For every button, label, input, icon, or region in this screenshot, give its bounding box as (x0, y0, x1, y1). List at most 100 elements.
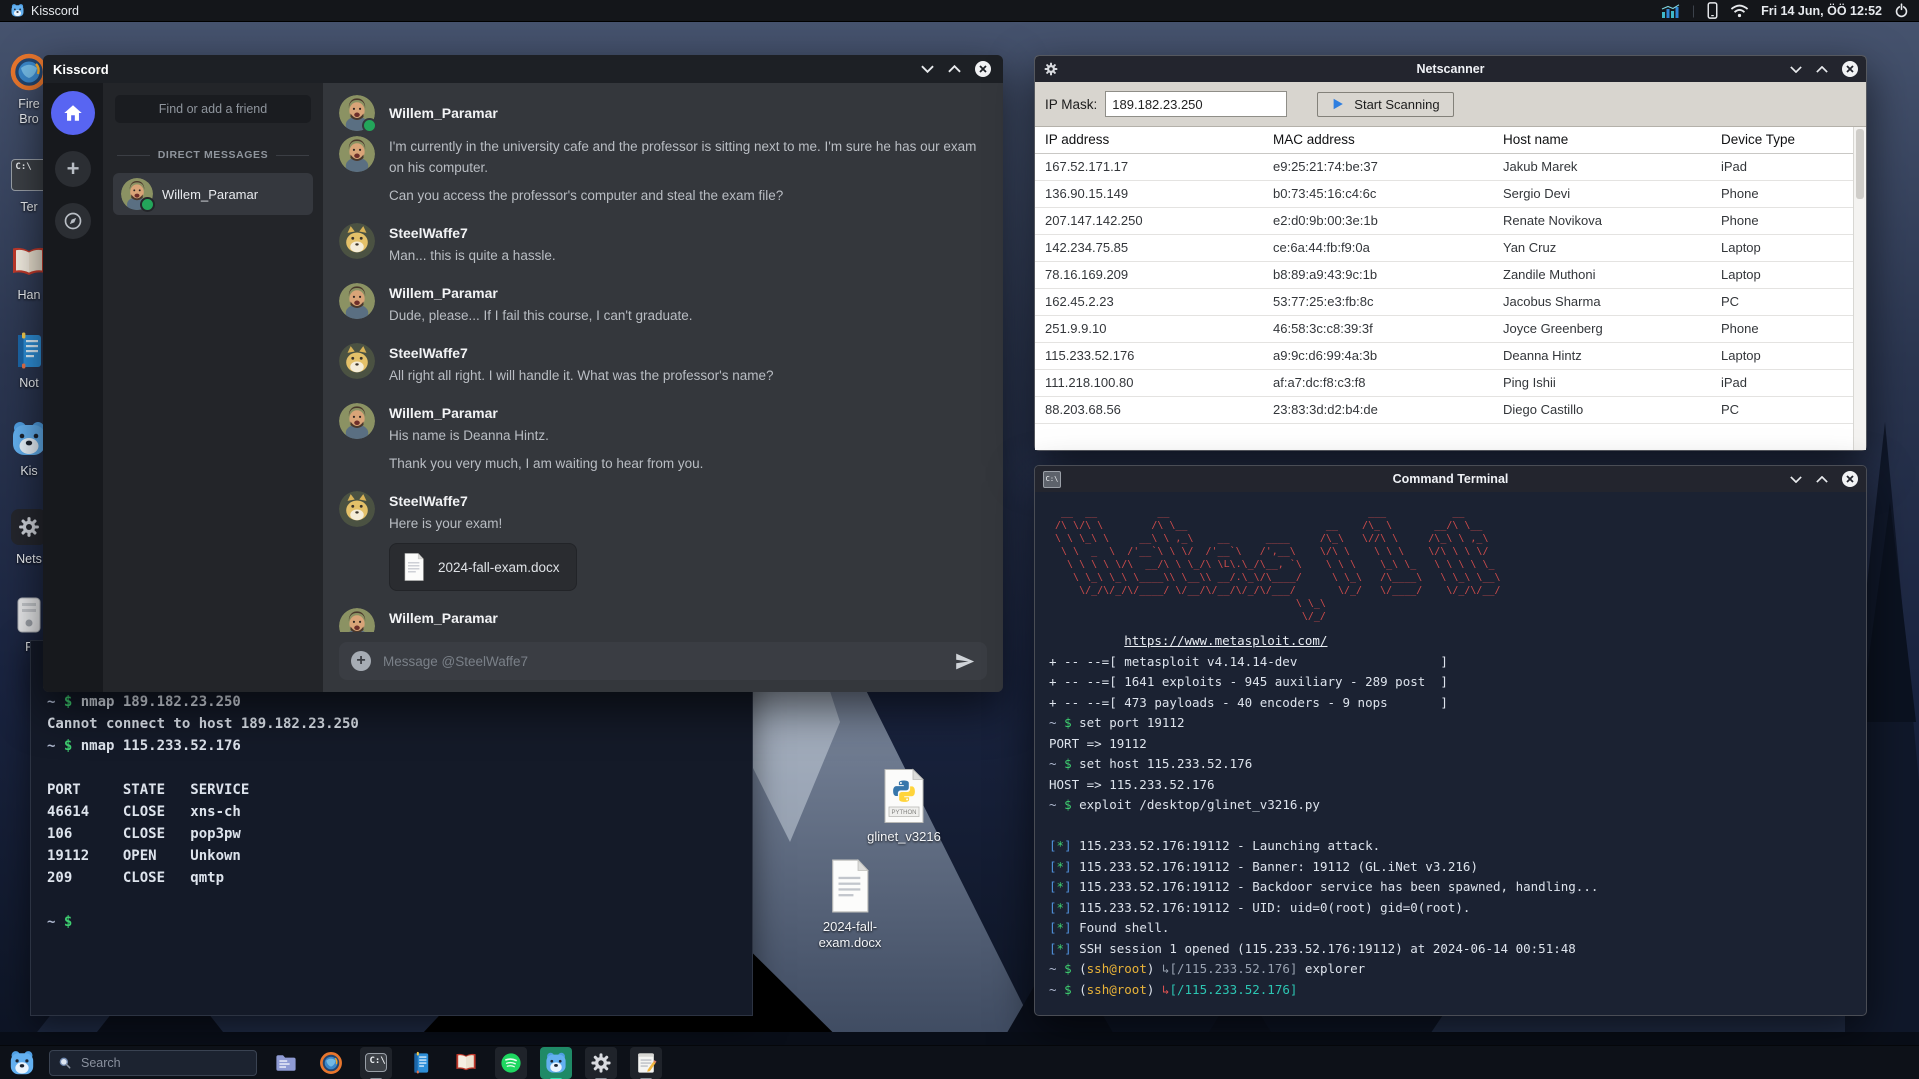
device-row[interactable]: 162.45.2.23 53:77:25:e3:fb:8c Jacobus Shar… (1035, 289, 1866, 316)
maximize-button[interactable] (948, 65, 961, 73)
willem-avatar (121, 178, 155, 212)
device-cell: PC (1721, 402, 1740, 417)
maximize-button[interactable] (1816, 475, 1828, 483)
dm-item-willem[interactable]: Willem_Paramar (113, 173, 313, 215)
terminal-line: 19112 OPEN Unkown (47, 848, 241, 864)
taskbar-app-browser[interactable] (315, 1047, 347, 1079)
taskbar-app-file-manager[interactable] (270, 1047, 302, 1079)
message-input[interactable] (381, 652, 944, 670)
phone-icon[interactable] (1707, 2, 1718, 19)
table-header-row: IP address MAC address Host name Device Typ… (1035, 127, 1866, 154)
taskbar-app-notepad[interactable] (630, 1046, 662, 1079)
message-group: Willem_Paramar His name is Deanna Hintz. T… (339, 403, 981, 474)
terminal-line: [*] 115.233.52.176:19112 - Launching att… (1049, 838, 1381, 853)
start-button[interactable] (8, 1049, 36, 1077)
terminal-line: [*] 115.233.52.176:19112 - Banner: 19112… (1049, 858, 1478, 874)
attachment-chip[interactable]: 2024-fall-exam.docx (389, 543, 577, 591)
taskbar-app-notes[interactable] (405, 1047, 437, 1079)
search-icon (58, 1056, 72, 1070)
column-header[interactable]: Device Type (1711, 127, 1866, 153)
taskbar-app-settings[interactable] (585, 1046, 617, 1079)
add-server-button[interactable]: + (55, 151, 91, 187)
device-row[interactable]: 142.234.75.85 ce:6a:44:fb:f9:0a Yan Cruz La… (1035, 235, 1866, 262)
device-cell: Zandile Muthoni (1503, 267, 1596, 282)
power-icon[interactable] (1894, 3, 1909, 18)
device-row[interactable]: 115.233.52.176 a9:9c:d6:99:4a:3b Deanna Hi… (1035, 343, 1866, 370)
kisscord-logo-icon (10, 3, 25, 18)
maximize-button[interactable] (1816, 65, 1828, 73)
taskbar-app-spotify[interactable] (495, 1046, 527, 1079)
home-button[interactable] (51, 91, 95, 135)
device-cell: 251.9.9.10 (1045, 321, 1107, 336)
terminal-line: ~ $ set host 115.233.52.176 (1049, 756, 1253, 771)
minimize-button[interactable] (1790, 65, 1802, 73)
message-author: Willem_Paramar (389, 610, 498, 626)
device-cell: a9:9c:d6:99:4a:3b (1273, 348, 1378, 363)
start-scanning-button[interactable]: Start Scanning (1317, 91, 1454, 117)
desktop-file-glinet-script[interactable]: PYTHON glinet_v3216 (849, 768, 959, 845)
kisscord-titlebar[interactable]: Kisscord (43, 55, 1003, 83)
wifi-icon[interactable] (1730, 4, 1749, 18)
notes-icon (409, 1051, 433, 1075)
steelwaffe-avatar (339, 343, 375, 379)
explore-button[interactable] (55, 203, 91, 239)
send-message-button[interactable] (954, 651, 975, 672)
message-input-bar[interactable]: + (339, 642, 987, 680)
device-cell: 88.203.68.56 (1045, 402, 1121, 417)
device-row[interactable]: 88.203.68.56 23:83:3d:d2:b4:de Diego Casti… (1035, 397, 1866, 424)
column-header[interactable]: IP address (1035, 127, 1263, 153)
terminal-titlebar[interactable]: C:\ Command Terminal (1035, 466, 1866, 492)
close-button[interactable] (1842, 471, 1858, 487)
table-scrollbar[interactable] (1853, 127, 1866, 450)
dm-sidebar: Find or add a friend DIRECT MESSAGES Wil… (103, 83, 323, 692)
close-button[interactable] (975, 61, 991, 77)
online-status-dot (362, 118, 377, 133)
taskbar-app-handbook[interactable] (450, 1047, 482, 1079)
minimize-button[interactable] (1790, 475, 1802, 483)
terminal-line: HOST => 115.233.52.176 (1049, 776, 1215, 792)
taskbar-search-input[interactable] (79, 1054, 248, 1071)
device-cell: Yan Cruz (1503, 240, 1557, 255)
metasploit-ascii-art: __ __ __ ___ __ /\ \/\ \ /\ \__ __ /\_ \… (1055, 507, 1501, 622)
device-cell: Laptop (1721, 348, 1761, 363)
message-author: SteelWaffe7 (389, 345, 468, 361)
close-button[interactable] (1842, 61, 1858, 77)
netscanner-titlebar[interactable]: Netscanner (1035, 56, 1866, 82)
device-row[interactable]: 78.16.169.209 b8:89:a9:43:9c:1b Zandile Mu… (1035, 262, 1866, 289)
taskbar-search[interactable] (49, 1049, 257, 1076)
device-row[interactable]: 136.90.15.149 b0:73:45:16:c4:6c Sergio Dev… (1035, 181, 1866, 208)
message-author: Willem_Paramar (389, 405, 498, 421)
terminal-line: 46614 CLOSE xns-ch (47, 804, 241, 820)
settings-icon (589, 1051, 613, 1075)
device-row[interactable]: 251.9.9.10 46:58:3c:c8:39:3f Joyce Greenbe… (1035, 316, 1866, 343)
device-cell: 78.16.169.209 (1045, 267, 1129, 282)
device-row[interactable]: 111.218.100.80 af:a7:dc:f8:c3:f8 Ping Ishi… (1035, 370, 1866, 397)
nmap-terminal-window[interactable]: ~ $ nmap 189.182.23.250 Cannot connect to… (30, 640, 753, 1016)
column-header[interactable]: Host name (1493, 127, 1711, 153)
taskbar-app-kisscord[interactable] (540, 1046, 572, 1079)
device-row[interactable]: 207.147.142.250 e2:d0:9b:00:3e:1b Renate N… (1035, 208, 1866, 235)
handbook-icon (454, 1051, 478, 1075)
compass-icon (63, 211, 83, 231)
taskbar-app-terminal[interactable]: C:\ (360, 1046, 392, 1079)
focused-app-name: Kisscord (31, 3, 79, 18)
server-rail: + (43, 83, 103, 692)
file-manager-icon (274, 1051, 298, 1075)
desktop-file-exam-doc[interactable]: 2024-fall- exam.docx (795, 858, 905, 951)
terminal-line: [*] Found shell. (1049, 920, 1170, 935)
ip-mask-input[interactable] (1105, 91, 1288, 117)
friend-search-box[interactable]: Find or add a friend (115, 95, 311, 123)
device-row[interactable]: 167.52.171.17 e9:25:21:74:be:37 Jakub Mare… (1035, 154, 1866, 181)
attach-file-button[interactable]: + (351, 651, 371, 671)
column-header[interactable]: MAC address (1263, 127, 1493, 153)
network-activity-icon[interactable] (1661, 3, 1680, 18)
device-cell: Joyce Greenberg (1503, 321, 1603, 336)
minimize-button[interactable] (921, 65, 934, 73)
home-icon (62, 102, 84, 124)
device-cell: af:a7:dc:f8:c3:f8 (1273, 375, 1366, 390)
scrollbar-thumb[interactable] (1856, 129, 1864, 199)
terminal-line: [*] 115.233.52.176:19112 - UID: uid=0(ro… (1049, 899, 1471, 915)
